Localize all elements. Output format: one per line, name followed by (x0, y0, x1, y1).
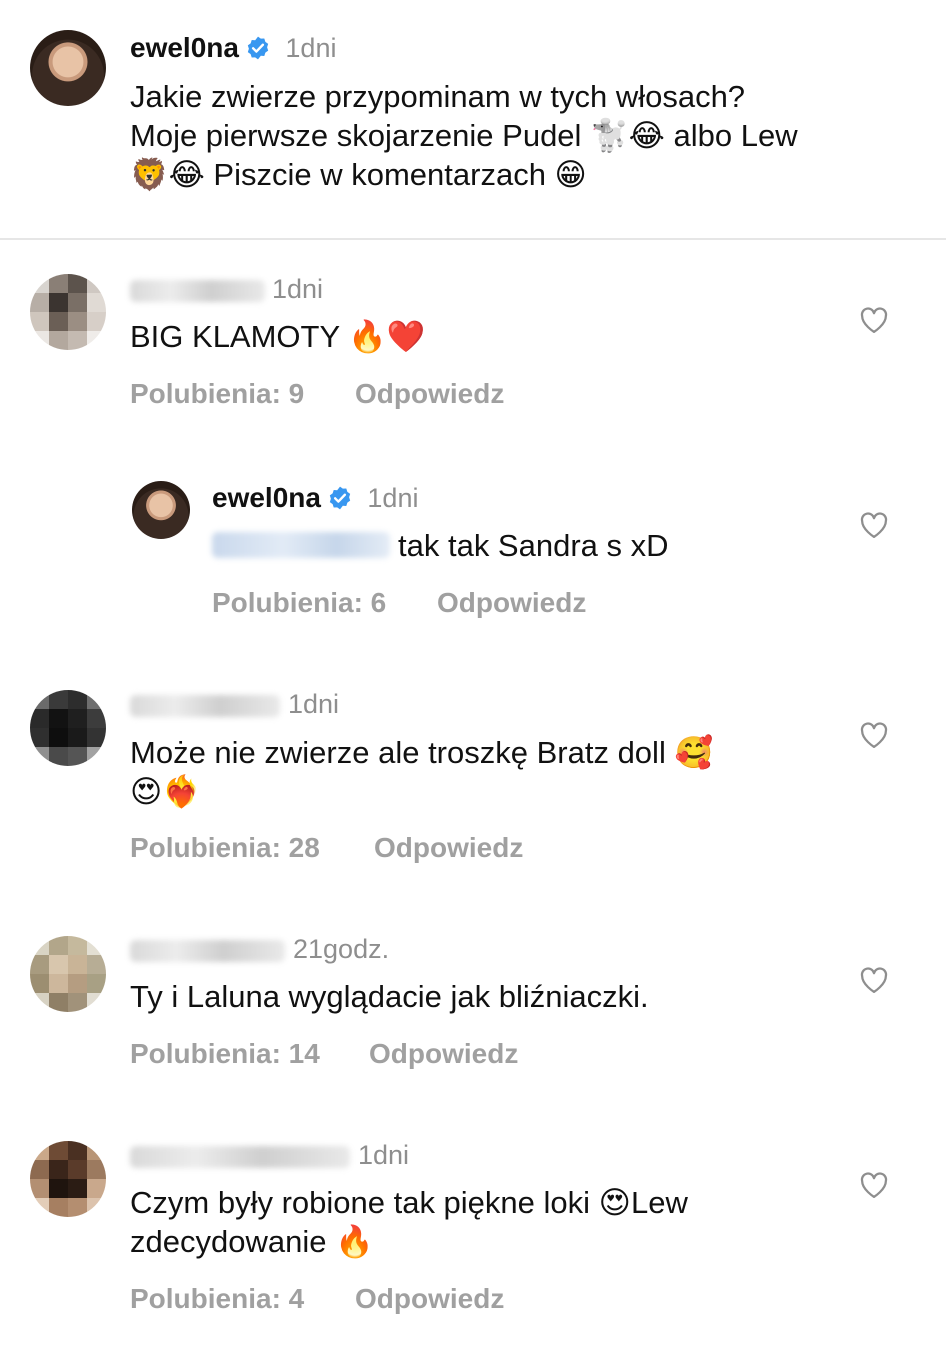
reply-button[interactable]: Odpowiedz (437, 587, 586, 619)
comment-time: 1dni (272, 274, 324, 304)
verified-badge-icon (329, 486, 351, 510)
comment-text-line: Czym były robione tak piękne loki 😍Lew (130, 1185, 688, 1220)
commenter-avatar[interactable] (30, 936, 106, 1012)
caption-divider (0, 238, 946, 240)
post-caption: Jakie zwierze przypominam w tych włosach… (130, 77, 920, 194)
comment-text: Czym były robione tak piękne loki 😍Lew z… (130, 1183, 830, 1261)
comment-likes-count[interactable]: Polubienia: 9 (130, 378, 304, 410)
comment-time: 1dni (358, 1140, 410, 1170)
heart-outline-icon[interactable] (859, 966, 889, 994)
post-author-avatar[interactable] (30, 30, 106, 106)
comment-text: Może nie zwierze ale troszkę Bratz doll … (130, 733, 830, 811)
comment-text-line: 😍❤️‍🔥 (130, 774, 201, 809)
comment-text: tak tak Sandra s xD (398, 528, 669, 563)
commenter-avatar[interactable] (30, 274, 106, 350)
post-header: ewel0na 1dni (130, 32, 336, 64)
reply-button[interactable]: Odpowiedz (369, 1038, 518, 1070)
comment-likes-count[interactable]: Polubienia: 28 (130, 832, 320, 864)
comment-text: Ty i Laluna wyglądacie jak bliźniaczki. (130, 979, 649, 1014)
reply-author-avatar[interactable] (132, 481, 190, 539)
comment-time: 1dni (288, 689, 340, 719)
redacted-username (130, 695, 280, 717)
redacted-username (130, 280, 265, 302)
caption-line: Jakie zwierze przypominam w tych włosach… (130, 79, 746, 114)
post-author-username[interactable]: ewel0na (130, 32, 239, 63)
comment-time: 21godz. (293, 934, 390, 964)
heart-outline-icon[interactable] (859, 306, 889, 334)
reply-button[interactable]: Odpowiedz (355, 378, 504, 410)
comment-likes-count[interactable]: Polubienia: 4 (130, 1283, 304, 1315)
caption-line: 🦁😂 Piszcie w komentarzach 😁 (130, 157, 587, 192)
verified-badge-icon (247, 36, 269, 60)
reply-button[interactable]: Odpowiedz (355, 1283, 504, 1315)
heart-outline-icon[interactable] (859, 721, 889, 749)
comment-time: 1dni (367, 483, 419, 513)
comment-text-line: zdecydowanie 🔥 (130, 1224, 374, 1259)
redacted-username (130, 1146, 350, 1168)
comment-likes-count[interactable]: Polubienia: 14 (130, 1038, 320, 1070)
reply-button[interactable]: Odpowiedz (374, 832, 523, 864)
comment-text: BIG KLAMOTY 🔥❤️ (130, 319, 426, 354)
commenter-avatar[interactable] (30, 1141, 106, 1217)
heart-outline-icon[interactable] (859, 511, 889, 539)
caption-line: Moje pierwsze skojarzenie Pudel 🐩😂 albo … (130, 118, 798, 153)
comment-text-line: Może nie zwierze ale troszkę Bratz doll … (130, 735, 714, 770)
comment-likes-count[interactable]: Polubienia: 6 (212, 587, 386, 619)
reply-header: ewel0na 1dni (212, 482, 418, 514)
redacted-username (130, 940, 285, 962)
redacted-mention[interactable] (212, 532, 390, 558)
heart-outline-icon[interactable] (859, 1171, 889, 1199)
reply-author-username[interactable]: ewel0na (212, 482, 321, 513)
commenter-avatar[interactable] (30, 690, 106, 766)
post-time: 1dni (285, 33, 337, 63)
